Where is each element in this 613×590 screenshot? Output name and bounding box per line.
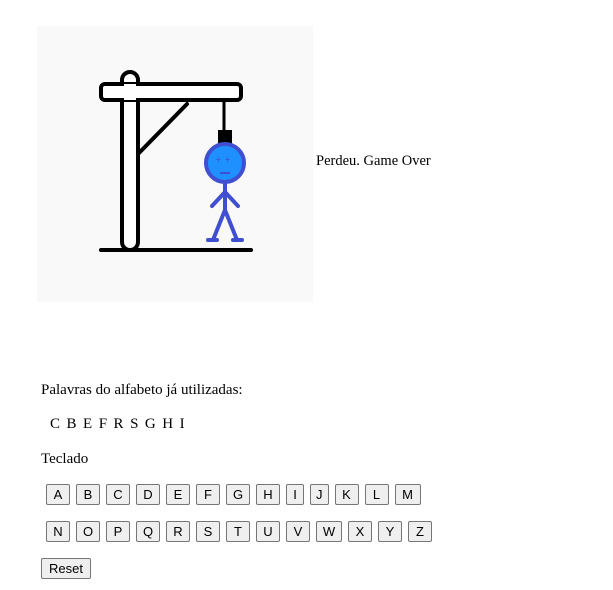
- key-c[interactable]: C: [106, 484, 130, 505]
- key-w[interactable]: W: [316, 521, 342, 542]
- key-t[interactable]: T: [226, 521, 250, 542]
- key-a[interactable]: A: [46, 484, 70, 505]
- used-letter: E: [83, 416, 93, 432]
- used-letter: G: [144, 416, 156, 432]
- game-status: Perdeu. Game Over: [316, 153, 431, 169]
- key-b[interactable]: B: [76, 484, 100, 505]
- used-letter: S: [130, 416, 139, 432]
- used-letters-list: C B E F R S G H I: [50, 416, 191, 433]
- key-l[interactable]: L: [364, 484, 389, 505]
- key-s[interactable]: S: [196, 521, 220, 542]
- hangman-drawing: + +: [37, 26, 313, 302]
- key-z[interactable]: Z: [408, 521, 432, 542]
- keyboard-row-1: A B C D E F G H I J K L M: [46, 484, 427, 505]
- gallows-brace: [136, 102, 189, 156]
- key-j[interactable]: J: [310, 484, 329, 505]
- keyboard-row-2: N O P Q R S T U V W X Y Z: [46, 521, 438, 542]
- key-e[interactable]: E: [166, 484, 190, 505]
- key-q[interactable]: Q: [136, 521, 160, 542]
- key-g[interactable]: G: [226, 484, 250, 505]
- used-letter: B: [66, 416, 77, 432]
- used-letters-label: Palavras do alfabeto já utilizadas:: [41, 382, 243, 398]
- key-i[interactable]: I: [286, 484, 304, 505]
- keyboard-label: Teclado: [41, 451, 89, 467]
- key-p[interactable]: P: [106, 521, 130, 542]
- reset-button[interactable]: Reset: [41, 558, 91, 579]
- used-letter: H: [162, 416, 174, 432]
- key-o[interactable]: O: [76, 521, 100, 542]
- key-m[interactable]: M: [394, 484, 421, 505]
- right-leg: [223, 208, 239, 242]
- used-letter: I: [179, 416, 185, 432]
- key-r[interactable]: R: [166, 521, 190, 542]
- key-v[interactable]: V: [286, 521, 310, 542]
- key-f[interactable]: F: [196, 484, 220, 505]
- used-letter: C: [50, 416, 61, 432]
- key-n[interactable]: N: [46, 521, 70, 542]
- used-letter: R: [113, 416, 124, 432]
- key-h[interactable]: H: [256, 484, 280, 505]
- hangman-svg: + +: [99, 70, 253, 252]
- used-letter: F: [98, 416, 108, 432]
- left-leg: [211, 208, 227, 242]
- key-u[interactable]: U: [256, 521, 280, 542]
- gallows-beam: [99, 82, 243, 102]
- key-x[interactable]: X: [348, 521, 372, 542]
- key-k[interactable]: K: [334, 484, 359, 505]
- key-y[interactable]: Y: [378, 521, 402, 542]
- key-d[interactable]: D: [136, 484, 160, 505]
- svg-text:+ +: + +: [215, 155, 231, 164]
